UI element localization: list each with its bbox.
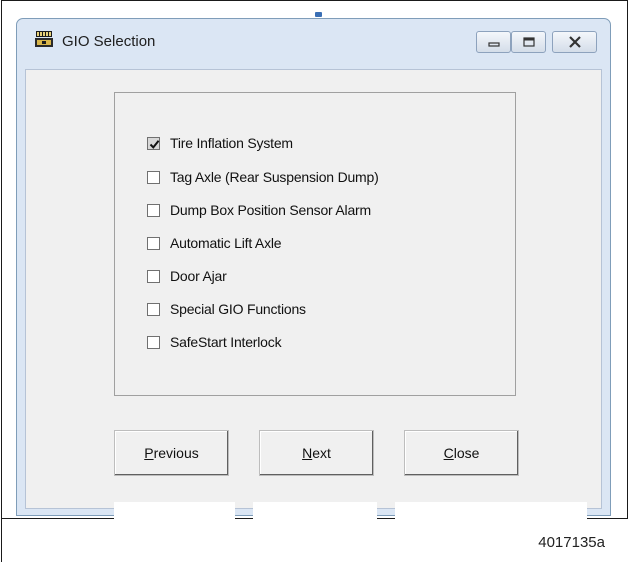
option-dump-box-sensor[interactable]: Dump Box Position Sensor Alarm xyxy=(147,200,371,220)
checkbox-checked[interactable] xyxy=(147,136,160,150)
option-label: Automatic Lift Axle xyxy=(170,235,282,251)
close-accel: C xyxy=(443,445,454,461)
close-icon xyxy=(568,36,581,48)
option-label: Tag Axle (Rear Suspension Dump) xyxy=(170,169,379,185)
checkbox[interactable] xyxy=(147,203,160,217)
next-button[interactable]: Next xyxy=(259,430,374,476)
blank-area xyxy=(395,502,587,536)
minimize-icon xyxy=(487,42,500,47)
previous-label: revious xyxy=(153,445,199,461)
checkbox[interactable] xyxy=(147,302,160,316)
option-label: Tire Inflation System xyxy=(170,135,293,151)
maximize-button[interactable] xyxy=(511,31,546,53)
frame-border-left xyxy=(1,0,2,562)
close-label: lose xyxy=(453,445,480,461)
option-label: SafeStart Interlock xyxy=(170,334,282,350)
previous-button[interactable]: Previous xyxy=(114,430,229,476)
checkbox[interactable] xyxy=(147,335,160,349)
app-icon xyxy=(35,31,53,47)
previous-accel: P xyxy=(144,445,154,461)
option-automatic-lift-axle[interactable]: Automatic Lift Axle xyxy=(147,233,282,253)
option-label: Dump Box Position Sensor Alarm xyxy=(170,202,371,218)
next-label: ext xyxy=(312,445,331,461)
title-bar[interactable]: GIO Selection xyxy=(17,19,610,69)
option-tire-inflation-system[interactable]: Tire Inflation System xyxy=(147,133,293,153)
option-safestart-interlock[interactable]: SafeStart Interlock xyxy=(147,332,282,352)
option-tag-axle[interactable]: Tag Axle (Rear Suspension Dump) xyxy=(147,167,379,187)
option-special-gio-functions[interactable]: Special GIO Functions xyxy=(147,299,306,319)
checkmark-icon xyxy=(149,139,160,149)
dialog-client-area: Tire Inflation System Tag Axle (Rear Sus… xyxy=(25,69,602,536)
options-group: Tire Inflation System Tag Axle (Rear Sus… xyxy=(114,92,516,396)
option-label: Special GIO Functions xyxy=(170,301,306,317)
close-button[interactable]: Close xyxy=(404,430,519,476)
blank-area xyxy=(253,502,377,536)
option-door-ajar[interactable]: Door Ajar xyxy=(147,266,227,286)
decorative-mark xyxy=(315,12,322,17)
option-label: Door Ajar xyxy=(170,268,227,284)
gio-selection-window: GIO Selection Tire Inflation System Tag … xyxy=(16,18,611,536)
blank-area xyxy=(114,502,235,536)
checkbox[interactable] xyxy=(147,170,160,184)
figure-id: 4017135a xyxy=(538,534,605,551)
frame-border-right xyxy=(627,0,628,518)
checkbox[interactable] xyxy=(147,269,160,283)
checkbox[interactable] xyxy=(147,236,160,250)
close-window-button[interactable] xyxy=(552,31,597,53)
next-accel: N xyxy=(302,445,313,461)
frame-border-top xyxy=(1,0,628,1)
minimize-button[interactable] xyxy=(476,31,511,53)
maximize-icon xyxy=(522,37,535,47)
window-title: GIO Selection xyxy=(62,33,156,50)
